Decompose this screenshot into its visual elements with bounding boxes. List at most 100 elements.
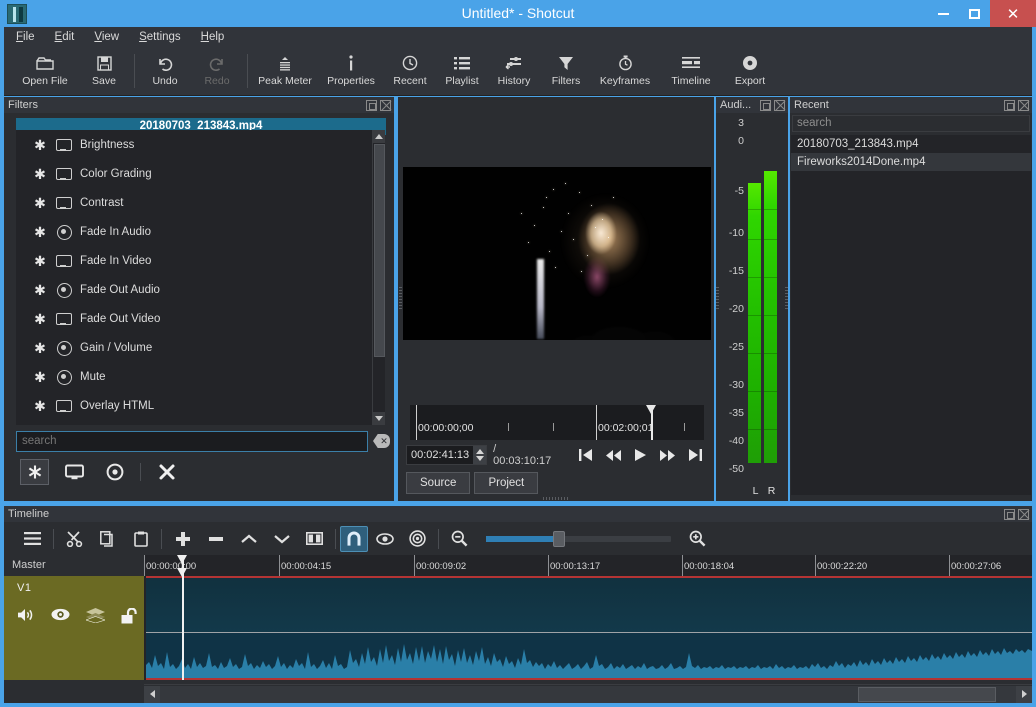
skip-next-icon[interactable] (689, 447, 703, 463)
timeline-track-area[interactable] (144, 568, 1032, 680)
meter-label: -35 (728, 407, 744, 419)
toolbar-recent[interactable]: Recent (384, 47, 436, 94)
filters-list-scrollbar[interactable] (372, 130, 385, 425)
scrollbar-thumb[interactable] (857, 686, 997, 702)
zoom-slider-thumb[interactable] (552, 530, 565, 547)
zoom-out-button[interactable] (443, 524, 476, 553)
list-item[interactable]: ✱ Fade In Video (16, 246, 385, 275)
track-head-v1[interactable]: V1 (4, 576, 144, 680)
zoom-in-button[interactable] (681, 524, 714, 553)
toolbar-history[interactable]: History (488, 47, 540, 94)
list-item[interactable]: ✱ Fade Out Video (16, 304, 385, 333)
toolbar-peak-meter[interactable]: Peak Meter (252, 47, 318, 94)
maximize-button[interactable] (959, 0, 990, 27)
audio-right-grip[interactable] (785, 287, 788, 309)
timeline-float-icon[interactable] (1004, 508, 1015, 520)
scroll-up-icon[interactable] (373, 130, 385, 143)
player-bottom-grip[interactable] (543, 497, 569, 500)
list-item[interactable]: 20180703_213843.mp4 (791, 135, 1031, 153)
list-item[interactable]: ✱ Gain / Volume (16, 333, 385, 362)
toolbar-save[interactable]: Save (78, 47, 130, 94)
toolbar-separator-2 (247, 54, 248, 88)
list-item[interactable]: ✱ Color Grading (16, 159, 385, 188)
list-item[interactable]: ✱ Overlay HTML (16, 391, 385, 420)
toolbar-keyframes[interactable]: Keyframes (592, 47, 658, 94)
player-playhead[interactable] (646, 405, 657, 440)
current-time-field[interactable]: 00:02:41:13 (406, 445, 488, 465)
menu-file[interactable]: File (16, 31, 35, 43)
paste-button[interactable] (124, 524, 157, 553)
list-item[interactable]: ✱ Contrast (16, 188, 385, 217)
snap-toggle-button[interactable] (340, 525, 368, 552)
list-item[interactable]: ✱ Fade In Audio (16, 217, 385, 246)
rewind-icon[interactable] (606, 447, 622, 463)
cut-button[interactable] (58, 524, 91, 553)
scrub-drag-button[interactable] (368, 524, 401, 553)
list-item[interactable]: ✱ Brightness (16, 130, 385, 159)
append-button[interactable] (166, 524, 199, 553)
unlock-icon[interactable] (121, 608, 137, 624)
eye-icon[interactable] (51, 608, 70, 624)
recent-float-icon[interactable] (1004, 99, 1015, 111)
filter-remove-button[interactable] (152, 459, 181, 485)
timeline-ruler[interactable]: 00:00:00:00 00:00:04:15 00:00:09:02 00:0… (144, 555, 1032, 576)
scroll-left-icon[interactable] (144, 685, 160, 703)
audio-float-icon[interactable] (760, 99, 771, 111)
filter-category-audio[interactable] (100, 459, 129, 485)
lift-button[interactable] (232, 524, 265, 553)
menu-help[interactable]: Help (201, 31, 225, 43)
scroll-right-icon[interactable] (1016, 685, 1032, 703)
recent-close-icon[interactable] (1018, 99, 1029, 111)
filter-category-favorites[interactable] (20, 459, 49, 485)
tab-project[interactable]: Project (474, 472, 539, 494)
close-button[interactable]: ✕ (990, 0, 1036, 27)
toolbar-undo[interactable]: Undo (139, 47, 191, 94)
toolbar-properties[interactable]: Properties (318, 47, 384, 94)
player-scrub-bar[interactable]: 00:00:00;00 00:02:00;01 (410, 405, 704, 440)
overwrite-button[interactable] (265, 524, 298, 553)
clear-search-icon[interactable]: ✕ (373, 434, 390, 448)
timeline-playhead[interactable] (177, 555, 188, 680)
search-input[interactable] (16, 430, 368, 452)
menu-edit[interactable]: Edit (55, 31, 75, 43)
speaker-icon[interactable] (18, 608, 35, 624)
recent-search-input[interactable]: search (792, 115, 1030, 132)
recent-list[interactable]: 20180703_213843.mp4 Fireworks2014Done.mp… (791, 135, 1031, 495)
split-button[interactable] (298, 524, 331, 553)
layers-icon[interactable] (86, 608, 105, 624)
player-splitter-grip[interactable] (399, 287, 402, 309)
filters-close-icon[interactable] (380, 99, 391, 111)
scroll-down-icon[interactable] (373, 412, 385, 425)
filters-float-icon[interactable] (366, 99, 377, 111)
quantity-stepper[interactable] (473, 446, 487, 464)
audio-close-icon[interactable] (774, 99, 785, 111)
filters-list[interactable]: ✱ Brightness ✱ Color Grading ✱ Contrast … (16, 130, 385, 425)
ripple-delete-button[interactable] (199, 524, 232, 553)
toolbar-playlist[interactable]: Playlist (436, 47, 488, 94)
copy-button[interactable] (91, 524, 124, 553)
menu-settings[interactable]: Settings (139, 31, 181, 43)
toolbar-export[interactable]: Export (724, 47, 776, 94)
fast-forward-icon[interactable] (660, 447, 676, 463)
toolbar-open-file[interactable]: Open File (12, 47, 78, 94)
scrollbar-track[interactable] (160, 685, 1016, 703)
minimize-button[interactable] (928, 0, 959, 27)
timeline-clip[interactable] (146, 576, 1032, 680)
list-item[interactable]: Fireworks2014Done.mp4 (791, 153, 1031, 171)
scrollbar-thumb[interactable] (374, 144, 385, 357)
toolbar-timeline[interactable]: Timeline (658, 47, 724, 94)
timeline-horizontal-scrollbar[interactable] (144, 684, 1032, 703)
filter-category-video[interactable] (60, 459, 89, 485)
list-item[interactable]: ✱ Fade Out Audio (16, 275, 385, 304)
menu-view[interactable]: View (94, 31, 119, 43)
toolbar-filters[interactable]: Filters (540, 47, 592, 94)
list-item[interactable]: ✱ Mute (16, 362, 385, 391)
timeline-close-icon[interactable] (1018, 508, 1029, 520)
skip-previous-icon[interactable] (579, 447, 593, 463)
timeline-menu-button[interactable] (16, 524, 49, 553)
video-preview[interactable] (403, 167, 711, 340)
tab-source[interactable]: Source (406, 472, 471, 494)
zoom-slider[interactable] (486, 530, 671, 547)
play-icon[interactable] (635, 447, 647, 463)
ripple-target-button[interactable] (401, 524, 434, 553)
